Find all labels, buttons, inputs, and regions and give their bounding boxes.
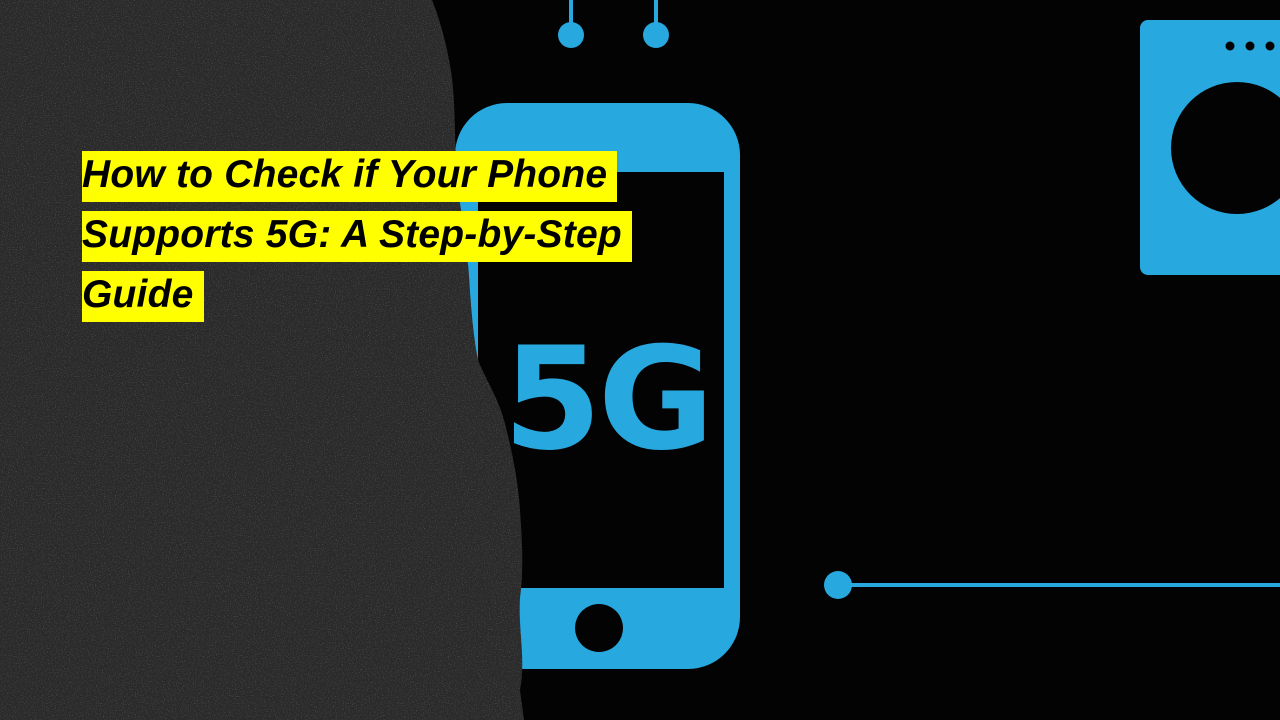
- headline-text: How to Check if Your Phone Supports 5G: …: [82, 151, 632, 322]
- thumbnail: 5G How to Check if Your Phone Supports 5: [0, 0, 1280, 720]
- torn-paper-overlay: [0, 0, 524, 720]
- headline: How to Check if Your Phone Supports 5G: …: [82, 145, 722, 325]
